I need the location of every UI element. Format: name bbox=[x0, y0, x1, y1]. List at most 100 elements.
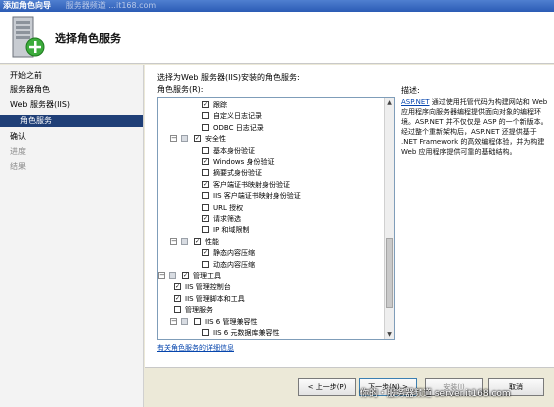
tree-row[interactable]: IP 和域限制 bbox=[158, 225, 384, 235]
tree-row[interactable]: URL 授权 bbox=[158, 203, 384, 213]
tree-row[interactable]: 管理服务 bbox=[158, 305, 384, 315]
role-group-icon bbox=[181, 135, 188, 143]
service-checkbox[interactable]: ✓ bbox=[174, 283, 181, 291]
nav-item-progress: 进度 bbox=[10, 147, 26, 156]
tree-row[interactable]: IIS 6 元数据库兼容性 bbox=[158, 328, 384, 338]
service-checkbox[interactable] bbox=[202, 260, 209, 268]
tree-row[interactable]: 自定义日志记录 bbox=[158, 111, 384, 121]
tree-row[interactable]: 基本身份验证 bbox=[158, 146, 384, 156]
tree-scrollbar[interactable]: ▲ ▼ bbox=[384, 98, 394, 339]
tree-row[interactable]: ✓ 跟踪 bbox=[158, 100, 384, 110]
previous-button[interactable]: < 上一步(P) bbox=[298, 378, 356, 396]
title-overlay: 服务器频道 ...it168.com bbox=[65, 1, 157, 10]
aspnet-link[interactable]: ASP.NET bbox=[401, 98, 430, 106]
role-group-icon bbox=[169, 272, 176, 279]
service-checkbox[interactable]: ✓ bbox=[194, 135, 201, 143]
service-label: 动态内容压缩 bbox=[213, 260, 255, 269]
service-checkbox[interactable] bbox=[202, 192, 209, 200]
nav-item-before-you-begin[interactable]: 开始之前 bbox=[10, 70, 42, 81]
service-checkbox[interactable]: ✓ bbox=[182, 272, 189, 279]
service-label: IIS 管理脚本和工具 bbox=[185, 294, 245, 303]
service-label: 跟踪 bbox=[213, 101, 227, 109]
nav-item-confirmation[interactable]: 确认 bbox=[10, 131, 26, 142]
scroll-up-icon[interactable]: ▲ bbox=[385, 98, 394, 107]
service-checkbox[interactable] bbox=[202, 169, 209, 177]
tree-row[interactable]: − ✓ 管理工具 bbox=[158, 271, 384, 281]
tree-row[interactable]: ✓ 请求筛选 bbox=[158, 214, 384, 224]
collapse-icon[interactable]: − bbox=[158, 272, 165, 279]
service-label: 性能 bbox=[205, 237, 219, 246]
nav-item-server-roles[interactable]: 服务器角色 bbox=[10, 84, 50, 95]
tree-row[interactable]: 动态内容压缩 bbox=[158, 260, 384, 270]
tree-row[interactable]: − ✓ 性能 bbox=[158, 237, 384, 247]
role-services-label: 角色服务(R): bbox=[157, 85, 204, 94]
wizard-nav: 开始之前 服务器角色 Web 服务器(IIS) 角色服务 确认 进度 结果 bbox=[0, 65, 144, 407]
service-label: IIS 6 元数据库兼容性 bbox=[213, 329, 280, 337]
service-checkbox[interactable]: ✓ bbox=[194, 237, 201, 245]
service-label: 请求筛选 bbox=[213, 215, 241, 223]
description-title: 描述: bbox=[401, 86, 420, 95]
role-services-details-link[interactable]: 有关角色服务的详细信息 bbox=[157, 343, 234, 353]
nav-item-results: 结果 bbox=[10, 162, 26, 171]
tree-row[interactable]: ✓ 客户端证书映射身份验证 bbox=[158, 180, 384, 190]
service-label: ODBC 日志记录 bbox=[213, 123, 264, 132]
service-checkbox[interactable] bbox=[194, 317, 201, 325]
nav-item-web-server[interactable]: Web 服务器(IIS) bbox=[10, 99, 70, 110]
service-label: IIS 客户端证书映射身份验证 bbox=[213, 192, 301, 201]
main-panel: 选择为Web 服务器(IIS)安装的角色服务: 角色服务(R): ▲ ▼ ✓ 跟踪… bbox=[145, 65, 554, 367]
watermark-text: 你的・服务器频道 server.it168.com bbox=[360, 389, 511, 399]
service-checkbox[interactable] bbox=[202, 203, 209, 211]
service-label: 管理工具 bbox=[193, 272, 221, 280]
server-roles-icon bbox=[12, 16, 45, 58]
service-label: IP 和域限制 bbox=[213, 226, 250, 235]
service-label: 基本身份验证 bbox=[213, 146, 255, 155]
service-checkbox[interactable] bbox=[174, 306, 181, 314]
service-checkbox[interactable] bbox=[202, 146, 209, 154]
service-checkbox[interactable]: ✓ bbox=[202, 101, 209, 108]
window-title: 添加角色向导 bbox=[3, 1, 51, 10]
service-checkbox[interactable]: ✓ bbox=[174, 294, 181, 302]
description-text: ASP.NET 通过使用托管代码为构建网站和 Web 应用程序向服务器编程提供面… bbox=[401, 97, 551, 157]
service-label: IIS 6 管理兼容性 bbox=[205, 317, 258, 326]
service-label: 安全性 bbox=[205, 135, 226, 144]
tree-row[interactable]: ✓ IIS 管理脚本和工具 bbox=[158, 294, 384, 304]
tree-row[interactable]: − ✓ 安全性 bbox=[158, 134, 384, 144]
service-label: URL 授权 bbox=[213, 203, 244, 212]
service-label: 客户端证书映射身份验证 bbox=[213, 180, 290, 189]
service-checkbox[interactable]: ✓ bbox=[202, 158, 209, 165]
service-checkbox[interactable] bbox=[202, 112, 209, 120]
tree-row[interactable]: ✓ IIS 管理控制台 bbox=[158, 282, 384, 292]
service-checkbox[interactable] bbox=[202, 329, 209, 336]
wizard-header: 选择角色服务 bbox=[0, 12, 554, 64]
collapse-icon[interactable]: − bbox=[170, 135, 177, 143]
collapse-icon[interactable]: − bbox=[170, 237, 177, 245]
scroll-down-icon[interactable]: ▼ bbox=[385, 330, 394, 339]
role-group-icon bbox=[181, 237, 188, 245]
tree-row[interactable]: ✓ 静态内容压缩 bbox=[158, 248, 384, 258]
nav-item-role-services[interactable]: 角色服务 bbox=[0, 115, 143, 127]
collapse-icon[interactable]: − bbox=[170, 317, 177, 325]
tree-row[interactable]: IIS 客户端证书映射身份验证 bbox=[158, 191, 384, 201]
tree-row[interactable]: ✓ Windows 身份验证 bbox=[158, 157, 384, 167]
service-label: IIS 管理控制台 bbox=[185, 283, 231, 292]
tree-row[interactable]: ODBC 日志记录 bbox=[158, 123, 384, 133]
service-label: 自定义日志记录 bbox=[213, 112, 262, 121]
page-title: 选择角色服务 bbox=[55, 32, 121, 45]
service-label: 管理服务 bbox=[185, 306, 213, 315]
service-checkbox[interactable]: ✓ bbox=[202, 180, 209, 188]
scroll-thumb[interactable] bbox=[386, 238, 393, 308]
service-checkbox[interactable] bbox=[202, 226, 209, 234]
service-checkbox[interactable] bbox=[202, 123, 209, 131]
service-checkbox[interactable]: ✓ bbox=[202, 249, 209, 257]
service-label: 静态内容压缩 bbox=[213, 249, 255, 258]
service-checkbox[interactable]: ✓ bbox=[202, 215, 209, 222]
service-label: Windows 身份验证 bbox=[213, 158, 275, 166]
tree-row[interactable]: 摘要式身份验证 bbox=[158, 168, 384, 178]
role-services-tree[interactable]: ▲ ▼ ✓ 跟踪自定义日志记录 ODBC 日志记录 − ✓ 安全性基本身份验证 ✓ Windo… bbox=[157, 97, 395, 340]
description-body: 通过使用托管代码为构建网站和 Web 应用程序向服务器编程提供面向对象的编程环境… bbox=[401, 98, 548, 156]
tree-row[interactable]: − IIS 6 管理兼容性 bbox=[158, 317, 384, 327]
role-group-icon bbox=[181, 317, 188, 325]
prompt-text: 选择为Web 服务器(IIS)安装的角色服务: bbox=[157, 73, 300, 82]
service-label: 摘要式身份验证 bbox=[213, 169, 262, 178]
title-bar: 添加角色向导 服务器频道 ...it168.com bbox=[0, 0, 554, 12]
